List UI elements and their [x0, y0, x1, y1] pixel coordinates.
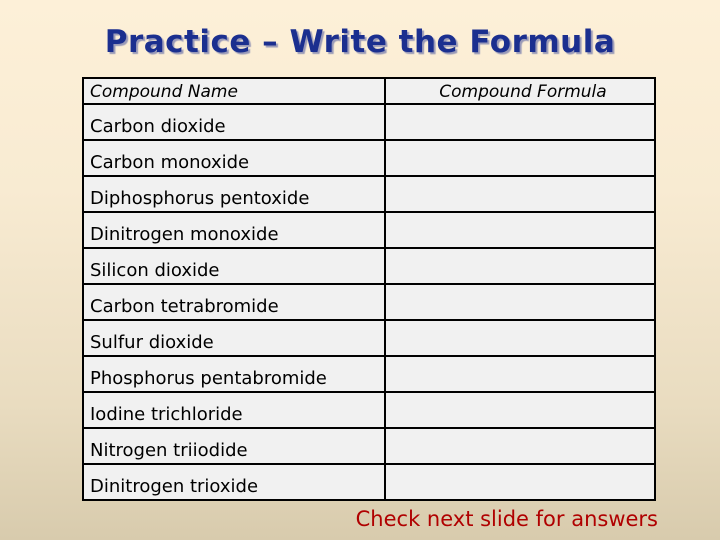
- compound-formula-cell: [384, 211, 656, 249]
- compound-name-cell: Nitrogen triiodide: [82, 427, 386, 465]
- compound-name-cell: Phosphorus pentabromide: [82, 355, 386, 393]
- compound-name-cell: Iodine trichloride: [82, 391, 386, 429]
- footer-note: Check next slide for answers: [355, 507, 658, 531]
- compound-formula-cell: [384, 463, 656, 501]
- compound-table: Compound Name Compound Formula Carbon di…: [82, 77, 656, 501]
- compound-formula-cell: [384, 139, 656, 177]
- table-row: Diphosphorus pentoxide: [82, 175, 656, 213]
- compound-formula-cell: [384, 391, 656, 429]
- table-row: Dinitrogen trioxide: [82, 463, 656, 501]
- table-row: Sulfur dioxide: [82, 319, 656, 357]
- table-row: Iodine trichloride: [82, 391, 656, 429]
- compound-name-cell: Sulfur dioxide: [82, 319, 386, 357]
- header-compound-name: Compound Name: [82, 77, 386, 105]
- compound-formula-cell: [384, 283, 656, 321]
- table-row: Carbon tetrabromide: [82, 283, 656, 321]
- compound-formula-cell: [384, 427, 656, 465]
- compound-name-cell: Diphosphorus pentoxide: [82, 175, 386, 213]
- table-header-row: Compound Name Compound Formula: [82, 77, 656, 105]
- compound-name-cell: Carbon monoxide: [82, 139, 386, 177]
- compound-formula-cell: [384, 319, 656, 357]
- compound-name-cell: Dinitrogen monoxide: [82, 211, 386, 249]
- table-row: Carbon dioxide: [82, 103, 656, 141]
- compound-name-cell: Carbon tetrabromide: [82, 283, 386, 321]
- table-body: Carbon dioxide Carbon monoxide Diphosphoru…: [82, 103, 656, 501]
- slide-title: Practice – Write the Formula: [104, 24, 616, 60]
- table-row: Phosphorus pentabromide: [82, 355, 656, 393]
- compound-name-cell: Carbon dioxide: [82, 103, 386, 141]
- table-row: Nitrogen triiodide: [82, 427, 656, 465]
- compound-formula-cell: [384, 247, 656, 285]
- compound-name-cell: Dinitrogen trioxide: [82, 463, 386, 501]
- compound-formula-cell: [384, 355, 656, 393]
- compound-formula-cell: [384, 175, 656, 213]
- compound-name-cell: Silicon dioxide: [82, 247, 386, 285]
- table-row: Dinitrogen monoxide: [82, 211, 656, 249]
- table-row: Carbon monoxide: [82, 139, 656, 177]
- table-row: Silicon dioxide: [82, 247, 656, 285]
- compound-formula-cell: [384, 103, 656, 141]
- header-compound-formula: Compound Formula: [384, 77, 656, 105]
